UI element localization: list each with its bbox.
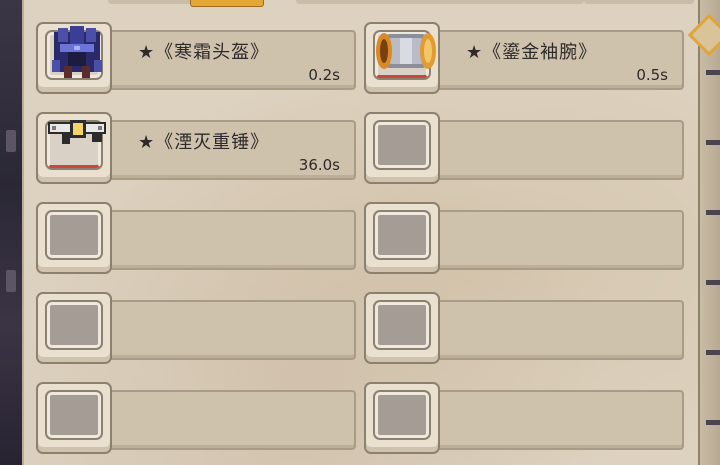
slot-icon-frame[interactable] [36, 382, 112, 454]
empty-slot[interactable] [364, 382, 684, 454]
slot-icon-well [375, 212, 429, 258]
top-tab[interactable] [434, 0, 584, 4]
top-tab-row [24, 0, 700, 7]
equipment-slot[interactable]: ★《湮灭重锤》 36.0s [36, 112, 356, 184]
sidebar-notch [6, 270, 16, 292]
slot-icon-well [47, 392, 101, 438]
rail-tick [706, 210, 720, 215]
slot-bar [106, 210, 356, 270]
slot-icon-frame[interactable] [364, 202, 440, 274]
slot-bar [434, 120, 684, 180]
slot-icon-frame[interactable] [36, 292, 112, 364]
left-sidebar-strip [0, 0, 22, 465]
slot-bar [106, 300, 356, 360]
slot-icon-frame[interactable] [36, 112, 112, 184]
sidebar-notch [6, 130, 16, 152]
inventory-panel: ★《寒霜头盔》 0.2s ★《鎏金袖腕》 0.5s ★《湮灭重锤》 36.0s [22, 0, 700, 465]
empty-slot[interactable] [364, 202, 684, 274]
rail-tick [706, 280, 720, 285]
slot-icon-frame[interactable] [364, 292, 440, 364]
item-cooldown: 0.5s [636, 66, 668, 84]
slot-icon-frame[interactable] [36, 22, 112, 94]
empty-slot[interactable] [36, 292, 356, 364]
slot-icon-well [47, 302, 101, 348]
top-tab[interactable] [584, 0, 694, 4]
empty-slot[interactable] [364, 112, 684, 184]
slot-icon-well [375, 302, 429, 348]
annihilation-hammer-icon [48, 120, 106, 144]
slot-icon-well [47, 212, 101, 258]
item-name: ★《湮灭重锤》 [138, 132, 270, 153]
slot-icon-frame[interactable] [364, 22, 440, 94]
equipment-slot[interactable]: ★《鎏金袖腕》 0.5s [364, 22, 684, 94]
item-name: ★《鎏金袖腕》 [466, 42, 598, 63]
slot-bar [434, 210, 684, 270]
slot-bar [434, 390, 684, 450]
top-tab-active[interactable] [190, 0, 264, 7]
gilded-bracer-icon [376, 33, 436, 69]
slot-icon-well [375, 392, 429, 438]
empty-slot[interactable] [36, 382, 356, 454]
right-scroll-rail[interactable] [687, 0, 720, 465]
item-cooldown: 36.0s [298, 156, 340, 174]
empty-slot[interactable] [36, 202, 356, 274]
equipment-slot[interactable]: ★《寒霜头盔》 0.2s [36, 22, 356, 94]
slot-icon-frame[interactable] [364, 112, 440, 184]
top-tab[interactable] [296, 0, 446, 4]
frost-helmet-icon [52, 26, 102, 78]
empty-slot[interactable] [364, 292, 684, 364]
rail-tick [706, 350, 720, 355]
rail-tick [706, 70, 720, 75]
slot-icon-well [375, 122, 429, 168]
item-name: ★《寒霜头盔》 [138, 42, 270, 63]
rail-tick [706, 420, 720, 425]
slot-bar [106, 390, 356, 450]
slot-bar [434, 300, 684, 360]
rail-tick [706, 140, 720, 145]
slot-icon-frame[interactable] [36, 202, 112, 274]
item-cooldown: 0.2s [308, 66, 340, 84]
slot-icon-frame[interactable] [364, 382, 440, 454]
